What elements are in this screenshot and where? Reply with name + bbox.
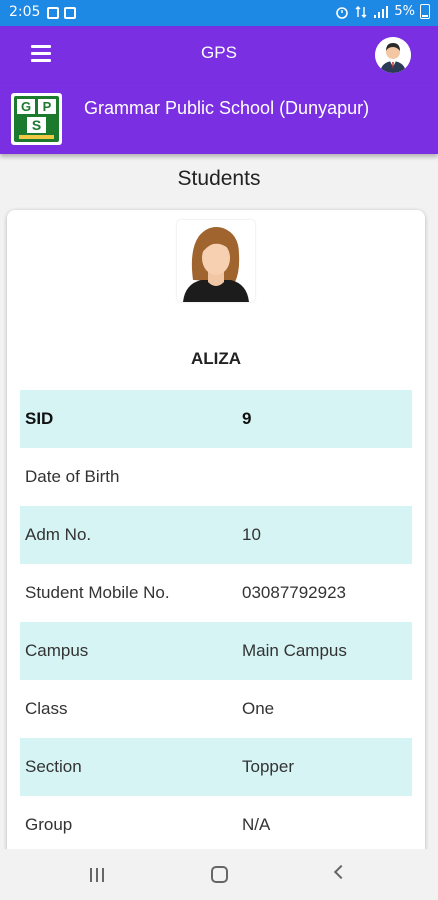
user-avatar-icon[interactable] <box>375 37 411 73</box>
svg-text:G: G <box>21 99 31 114</box>
table-row: Student Mobile No. 03087792923 <box>20 564 412 622</box>
recent-apps-icon[interactable] <box>90 868 104 882</box>
status-time: 2:05 <box>9 4 41 20</box>
field-value: 10 <box>242 525 261 544</box>
table-row: Date of Birth <box>20 448 412 506</box>
field-label: Campus <box>25 641 89 660</box>
field-value: 03087792923 <box>242 583 347 602</box>
field-label: Adm No. <box>25 525 92 544</box>
message-icon <box>64 7 76 19</box>
school-name: Grammar Public School (Dunyapur) <box>84 98 370 118</box>
field-label: Group <box>25 815 73 834</box>
page-title: Students <box>177 167 261 190</box>
field-label: Section <box>25 757 82 776</box>
student-details-table: SID 9 Date of Birth Adm No. 10 Student M… <box>20 390 412 854</box>
table-row: Class One <box>20 680 412 738</box>
female-avatar-icon <box>177 220 255 302</box>
table-row: Campus Main Campus <box>20 622 412 680</box>
table-row: Group N/A <box>20 796 412 854</box>
student-name: ALIZA <box>190 349 242 368</box>
svg-text:S: S <box>32 117 41 133</box>
field-value: Topper <box>242 757 294 776</box>
table-row: Adm No. 10 <box>20 506 412 564</box>
student-card: ALIZA SID 9 Date of Birth Adm No. 10 Stu… <box>7 210 425 900</box>
school-logo: G P S <box>11 93 62 145</box>
table-row: Section Topper <box>20 738 412 796</box>
data-icon <box>355 5 367 18</box>
app-title: GPS <box>201 43 237 62</box>
svg-text:P: P <box>43 99 52 114</box>
status-bar: 2:05 5% <box>0 0 438 26</box>
home-icon[interactable] <box>211 866 228 883</box>
field-value: N/A <box>242 815 271 834</box>
school-header: G P S Grammar Public School (Dunyapur) <box>0 84 438 154</box>
signal-icon <box>374 5 389 18</box>
table-row: SID 9 <box>20 390 412 448</box>
field-value: 9 <box>242 409 252 428</box>
system-nav-bar <box>0 849 438 900</box>
field-value: Main Campus <box>242 641 347 660</box>
field-label: Class <box>25 699 68 718</box>
field-label: Student Mobile No. <box>25 583 170 602</box>
field-value: One <box>242 699 275 718</box>
battery-percent: 5% <box>394 4 415 19</box>
image-icon <box>47 7 59 19</box>
field-label: SID <box>25 409 54 428</box>
field-label: Date of Birth <box>25 467 120 486</box>
app-bar: GPS <box>0 26 438 84</box>
battery-icon <box>420 4 430 19</box>
alarm-icon <box>336 6 349 19</box>
back-icon[interactable] <box>333 864 349 880</box>
